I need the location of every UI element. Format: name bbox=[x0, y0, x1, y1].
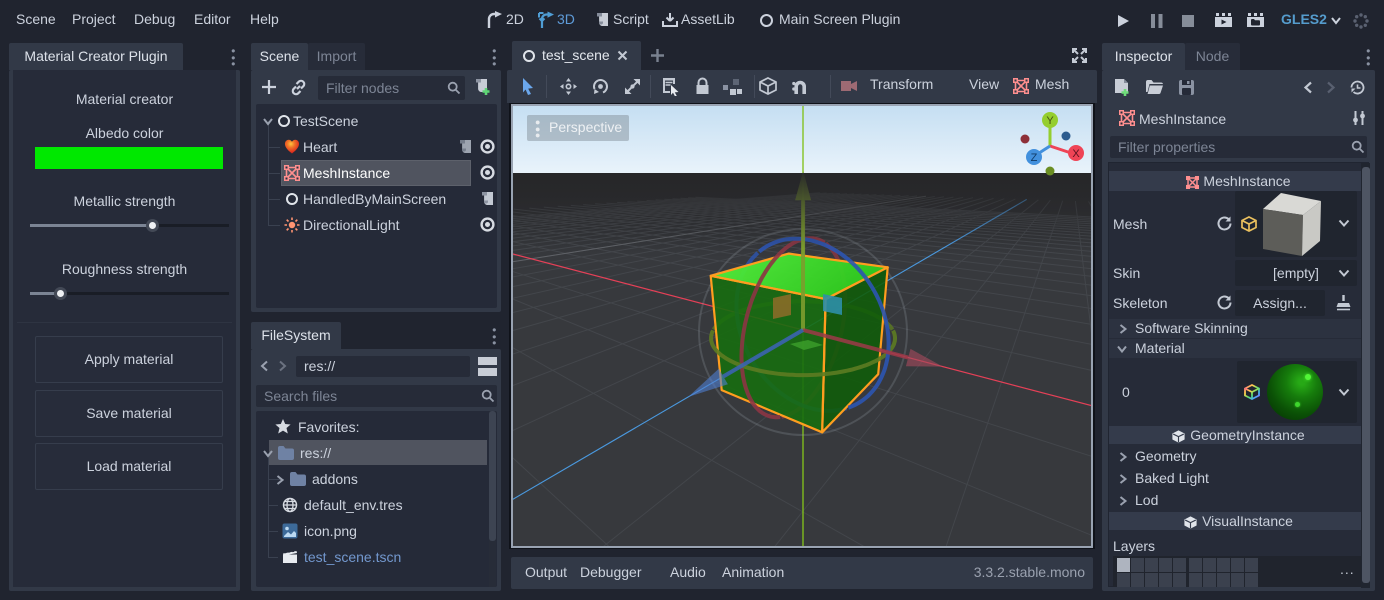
svg-text:Y: Y bbox=[1046, 115, 1054, 127]
svg-text:X: X bbox=[1072, 148, 1080, 160]
svg-text:Z: Z bbox=[1031, 152, 1038, 164]
